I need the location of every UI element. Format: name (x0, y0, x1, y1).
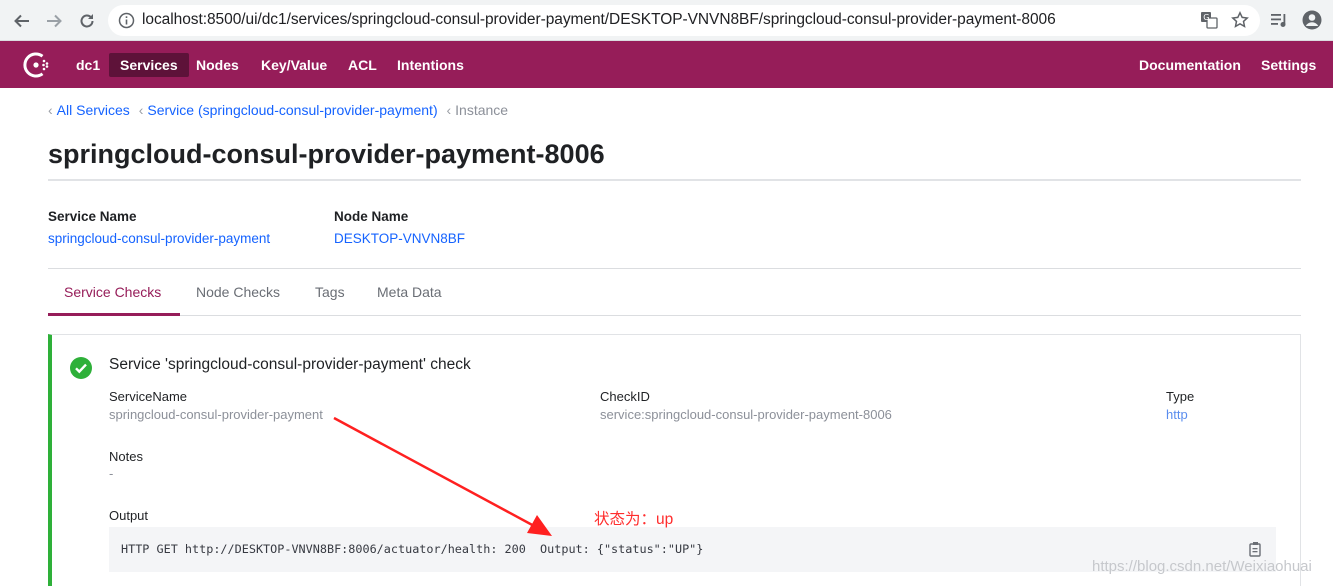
node-name-label: Node Name (334, 209, 409, 224)
star-icon[interactable] (1231, 11, 1249, 34)
check-type-label: Type (1166, 389, 1195, 404)
check-type-value: http (1166, 407, 1188, 422)
divider (48, 268, 1301, 269)
breadcrumb: ‹ All Services ‹ Service (springcloud-cons… (48, 102, 508, 118)
check-circle-icon (70, 357, 92, 379)
breadcrumb-all-services[interactable]: All Services (57, 102, 130, 118)
watermark: https://blog.csdn.net/Weixiaohuai (1092, 558, 1312, 575)
arrow-left-icon[interactable] (9, 8, 35, 34)
check-id-value: service:springcloud-consul-provider-paym… (600, 407, 892, 422)
output-label: Output (109, 508, 149, 523)
clipboard-copy-icon[interactable] (1249, 541, 1263, 557)
nav-documentation[interactable]: Documentation (1139, 53, 1241, 77)
check-title: Service 'springcloud-consul-provider-pay… (109, 356, 471, 373)
page-title: springcloud-consul-provider-payment-8006 (48, 139, 605, 169)
divider (48, 179, 1301, 181)
chevron-left-icon: ‹ (446, 102, 452, 118)
arrow-right-icon[interactable] (41, 8, 67, 34)
output-text: HTTP GET http://DESKTOP-VNVN8BF:8006/act… (121, 542, 704, 556)
tab-tags[interactable]: Tags (315, 284, 345, 300)
account-icon[interactable] (1302, 10, 1322, 35)
nav-services[interactable]: Services (109, 53, 189, 77)
service-name-link[interactable]: springcloud-consul-provider-payment (48, 231, 270, 246)
tab-node-checks[interactable]: Node Checks (196, 284, 280, 300)
nav-intentions[interactable]: Intentions (397, 53, 464, 77)
nav-key-value[interactable]: Key/Value (261, 53, 327, 77)
media-queue-icon[interactable] (1270, 12, 1288, 33)
node-name-link[interactable]: DESKTOP-VNVN8BF (334, 231, 465, 246)
nav-nodes[interactable]: Nodes (196, 53, 239, 77)
breadcrumb-service[interactable]: Service (springcloud-consul-provider-pay… (147, 102, 437, 118)
check-id-label: CheckID (600, 389, 650, 404)
info-icon[interactable] (118, 12, 135, 34)
nav-settings[interactable]: Settings (1261, 53, 1316, 77)
breadcrumb-current: Instance (455, 102, 509, 118)
notes-label: Notes (109, 449, 143, 464)
translate-icon[interactable]: G (1200, 11, 1218, 34)
chevron-left-icon: ‹ (48, 102, 53, 118)
service-name-label: Service Name (48, 209, 137, 224)
address-bar[interactable]: localhost:8500/ui/dc1/services/springclo… (108, 5, 1260, 36)
consul-logo-icon[interactable] (23, 51, 51, 79)
browser-toolbar: localhost:8500/ui/dc1/services/springclo… (0, 0, 1333, 41)
svg-text:G: G (1203, 13, 1209, 22)
check-service-name-value: springcloud-consul-provider-payment (109, 407, 323, 422)
url-text[interactable]: localhost:8500/ui/dc1/services/springclo… (142, 11, 1056, 29)
reload-icon[interactable] (74, 8, 100, 34)
chevron-left-icon: ‹ (138, 102, 144, 118)
tab-service-checks[interactable]: Service Checks (64, 284, 161, 300)
annotation-label: 状态为：up (594, 511, 674, 528)
tab-meta-data[interactable]: Meta Data (377, 284, 442, 300)
notes-value: - (109, 466, 114, 481)
active-tab-indicator (48, 313, 180, 316)
nav-acl[interactable]: ACL (348, 53, 377, 77)
app-header: dc1 Services Nodes Key/Value ACL Intenti… (0, 41, 1333, 88)
check-service-name-label: ServiceName (109, 389, 188, 404)
datacenter-selector[interactable]: dc1 (76, 53, 100, 77)
divider (48, 315, 1301, 316)
